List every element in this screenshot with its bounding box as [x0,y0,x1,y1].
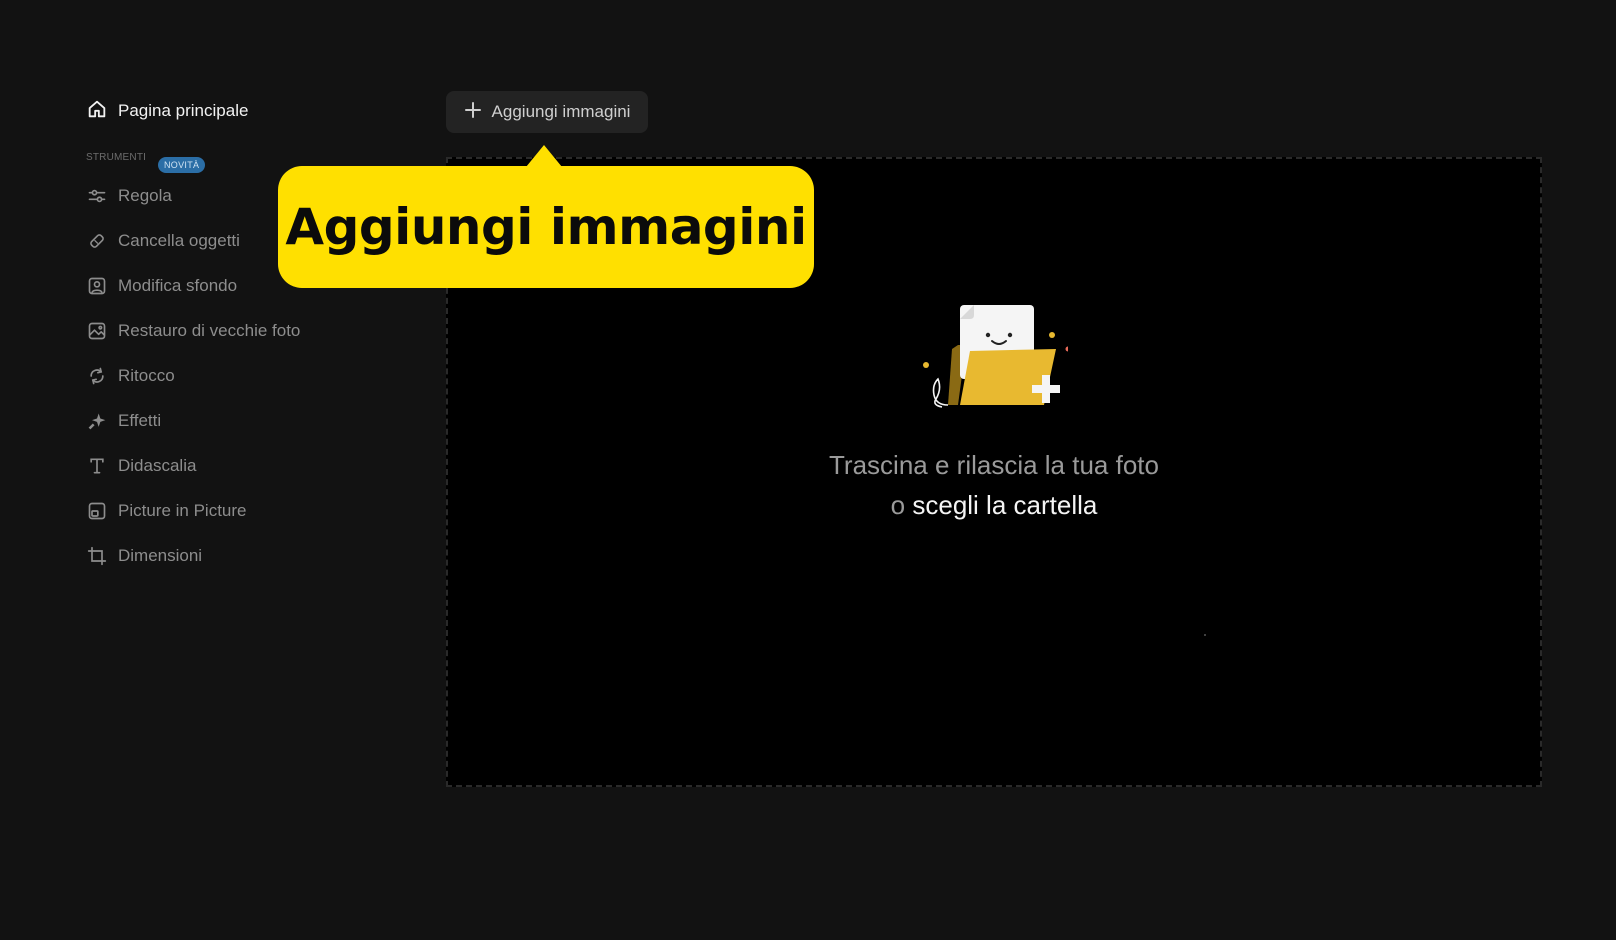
add-images-label: Aggiungi immagini [491,102,631,121]
sidebar-item-label: Ritocco [118,365,175,385]
tutorial-callout: Aggiungi immagini [278,166,814,288]
eraser-icon [86,230,108,252]
sidebar-item-label: Dimensioni [118,545,203,565]
drop-line-1: Trascina e rilascia la tua foto [829,450,1159,480]
photo-icon [86,320,108,342]
sidebar-item-label: Restauro di vecchie foto [118,320,301,340]
sidebar-item-label: Modifica sfondo [118,275,238,295]
sidebar-item-dimensioni[interactable]: Dimensioni [86,533,416,578]
sparkle-icon [86,410,108,432]
sidebar-item-label: Picture in Picture [118,500,247,520]
callout-arrow [526,145,562,167]
sidebar-item-home[interactable]: Pagina principale [86,98,416,124]
speck [1204,634,1206,636]
drop-line-2: o scegli la cartella [448,485,1540,525]
text-icon [86,455,108,477]
new-badge: NOVITÀ [158,157,206,173]
crop-icon [86,545,108,567]
drop-instructions: Trascina e rilascia la tua foto o scegli… [448,445,1540,525]
sidebar-item-label: Didascalia [118,455,197,475]
pip-icon [86,500,108,522]
portrait-icon [86,275,108,297]
sidebar-item-label: Pagina principale [118,101,249,120]
home-icon [86,98,108,125]
sidebar-item-didascalia[interactable]: Didascalia [86,443,416,488]
callout-text: Aggiungi immagini [285,198,807,256]
sidebar-item-ritocco[interactable]: Ritocco [86,353,416,398]
sidebar-item-effetti[interactable]: Effetti [86,398,416,443]
sidebar-item-label: Cancella oggetti [118,230,240,250]
app-window: Pagina principale STRUMENTI NOVITÀ Regol… [0,0,1616,940]
sidebar-item-label: Regola [118,185,172,205]
plus-icon [464,101,482,124]
retouch-icon [86,365,108,387]
add-images-button[interactable]: Aggiungi immagini [446,91,648,133]
choose-folder-link[interactable]: scegli la cartella [912,490,1097,520]
sidebar-item-picture-in-picture[interactable]: Picture in Picture [86,488,416,533]
sidebar-item-restauro[interactable]: Restauro di vecchie foto [86,308,416,353]
sliders-icon [86,185,108,207]
sidebar-item-label: Effetti [118,410,162,430]
folder-upload-illustration [923,305,1068,408]
drop-line-2-prefix: o [890,490,906,520]
section-label-tools: STRUMENTI [86,152,147,163]
